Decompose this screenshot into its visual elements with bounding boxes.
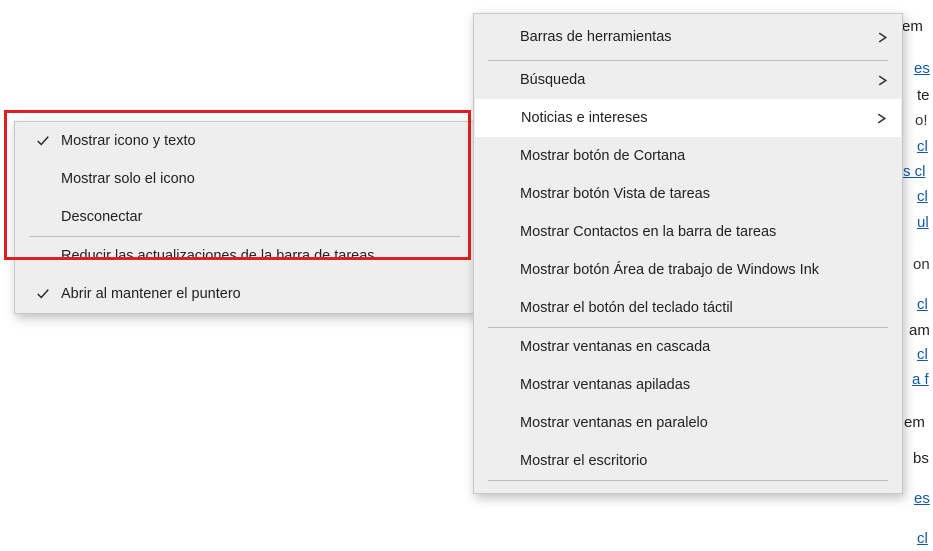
bg-text: cl — [917, 138, 928, 155]
left-context-menu: Mostrar icono y texto Mostrar solo el ic… — [14, 121, 475, 314]
menu-item-label: Abrir al mantener el puntero — [61, 286, 460, 302]
menu-item-task-view-button[interactable]: Mostrar botón Vista de tareas — [474, 175, 902, 213]
bg-text: cl — [917, 296, 928, 313]
menu-item-label: Mostrar ventanas en cascada — [520, 339, 888, 355]
menu-item-windows-ink-button[interactable]: Mostrar botón Área de trabajo de Windows… — [474, 251, 902, 289]
menu-item-search[interactable]: Búsqueda — [474, 61, 902, 99]
check-icon — [25, 287, 61, 301]
menu-item-label: Búsqueda — [520, 72, 860, 88]
bg-text: em — [902, 18, 923, 35]
menu-item-label: Barras de herramientas — [520, 29, 860, 45]
menu-item-label: Reducir las actualizaciones de la barra … — [61, 248, 460, 264]
menu-item-reduce-updates[interactable]: Reducir las actualizaciones de la barra … — [15, 237, 474, 275]
bg-text: a f — [912, 371, 929, 388]
menu-item-show-icon-and-text[interactable]: Mostrar icono y texto — [15, 122, 474, 160]
bg-text: cl — [917, 346, 928, 363]
menu-item-open-on-hover[interactable]: Abrir al mantener el puntero — [15, 275, 474, 313]
menu-item-label: Noticias e intereses — [521, 110, 859, 126]
right-context-menu: Barras de herramientas Búsqueda Noticias… — [473, 13, 903, 494]
menu-item-label: Mostrar ventanas apiladas — [520, 377, 888, 393]
chevron-right-icon — [860, 32, 888, 43]
menu-item-news-and-interests[interactable]: Noticias e intereses — [475, 99, 901, 137]
menu-item-label: Mostrar solo el icono — [61, 171, 460, 187]
menu-item-label: Mostrar botón de Cortana — [520, 148, 888, 164]
menu-item-label: Mostrar el botón del teclado táctil — [520, 300, 888, 316]
menu-item-people-taskbar[interactable]: Mostrar Contactos en la barra de tareas — [474, 213, 902, 251]
bg-text: es — [914, 490, 930, 507]
chevron-right-icon — [859, 113, 887, 124]
menu-item-show-desktop[interactable]: Mostrar el escritorio — [474, 442, 902, 480]
menu-item-label: Mostrar botón Vista de tareas — [520, 186, 888, 202]
menu-item-toolbars[interactable]: Barras de herramientas — [474, 14, 902, 60]
bg-text: cl — [917, 530, 928, 547]
menu-item-label: Desconectar — [61, 209, 460, 225]
menu-item-disconnect[interactable]: Desconectar — [15, 198, 474, 236]
menu-item-show-icon-only[interactable]: Mostrar solo el icono — [15, 160, 474, 198]
bg-text: on — [913, 256, 930, 273]
menu-item-label: Mostrar el escritorio — [520, 453, 888, 469]
chevron-right-icon — [860, 75, 888, 86]
menu-item-label: Mostrar Contactos en la barra de tareas — [520, 224, 888, 240]
menu-item-label: Mostrar botón Área de trabajo de Windows… — [520, 262, 888, 278]
menu-item-stacked-windows[interactable]: Mostrar ventanas apiladas — [474, 366, 902, 404]
bg-text: am — [909, 322, 930, 339]
check-icon — [25, 134, 61, 148]
menu-item-cortana-button[interactable]: Mostrar botón de Cortana — [474, 137, 902, 175]
bg-text: te — [917, 87, 930, 104]
menu-item-touch-keyboard-button[interactable]: Mostrar el botón del teclado táctil — [474, 289, 902, 327]
menu-item-label: Mostrar ventanas en paralelo — [520, 415, 888, 431]
menu-item-side-by-side-windows[interactable]: Mostrar ventanas en paralelo — [474, 404, 902, 442]
bg-text: cl — [917, 188, 928, 205]
menu-item-cascade-windows[interactable]: Mostrar ventanas en cascada — [474, 328, 902, 366]
bg-text: em — [904, 414, 925, 431]
bg-text: bs — [913, 450, 929, 467]
bg-text: ul — [917, 214, 929, 231]
menu-item-label: Mostrar icono y texto — [61, 133, 460, 149]
bg-text: o! — [915, 112, 928, 129]
bg-text: s cl — [903, 163, 926, 180]
bg-text: es — [914, 60, 930, 77]
